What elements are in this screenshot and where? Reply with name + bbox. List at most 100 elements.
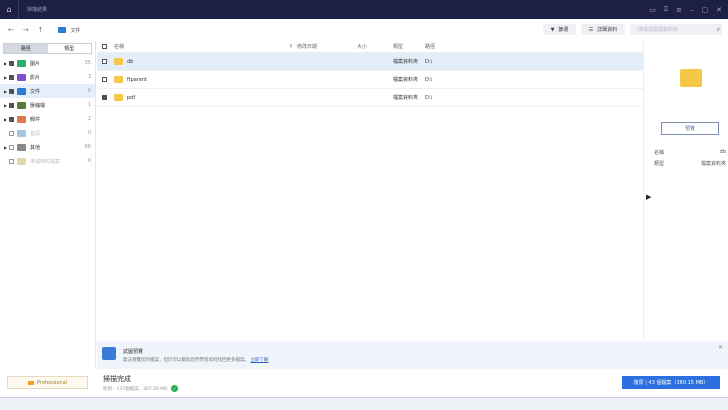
up-icon[interactable]: ↑ [38,26,44,34]
category-checkbox[interactable]: ✓ [9,88,14,94]
category-count: 6 [87,88,91,94]
tab-path[interactable]: 路徑 [4,44,48,53]
file-name: pdf [127,94,136,101]
category-icon [17,101,26,109]
preview-pane: 預覽 名稱 db 類型 檔案資料夾 [643,41,728,341]
file-table: 名稱 ↑ 修改日期 大小 類型 路徑 db 檔案資料夾 D:\ ftparent 檔案資料… [97,41,643,341]
col-path[interactable]: 路徑 [425,43,465,50]
minimize-icon[interactable]: – [690,6,694,14]
back-icon[interactable]: ← [8,26,14,34]
category-checkbox[interactable] [9,130,14,136]
name-label: 名稱 [654,150,665,156]
table-row[interactable]: db 檔案資料夾 D:\ [97,53,643,71]
scan-complete-title: 掃描完成 [103,375,131,383]
category-icon [17,73,26,81]
feedback-icon[interactable]: ▭ [649,6,656,14]
filter-label: 篩選 [558,27,569,33]
category-checkbox[interactable]: ✓ [9,102,14,108]
filter-button[interactable]: ▼ 篩選 [543,24,576,35]
sidebar-item[interactable]: ▶ ✓ 圖片 35 [0,56,95,70]
sidebar-item[interactable]: ▶ ✓ 郵件 2 [0,112,95,126]
sidebar-item[interactable]: ▶ ✓ 壓縮檔 1 [0,98,95,112]
category-checkbox[interactable] [9,158,14,164]
sort-icon[interactable]: ↑ [289,44,293,50]
collapse-preview-icon[interactable]: ▶ [646,193,651,201]
menu-icon[interactable]: ≡ [676,6,682,14]
breadcrumb: 文件 [57,27,81,34]
taskbar [0,397,728,410]
search-input[interactable]: 搜尋檔案或資料夾 ⌕ [630,24,722,35]
learn-more-link[interactable]: 立即了解 [250,358,268,363]
col-size[interactable]: 大小 [357,43,393,50]
home-icon[interactable]: ⌂ [0,0,19,19]
search-placeholder: 搜尋檔案或資料夾 [638,27,679,33]
forward-icon[interactable]: → [23,26,29,34]
sidebar: 路徑 類型 ▶ ✓ 圖片 35 ▶ ✓ 影片 3 ▶ ✓ 文件 6 ▶ ✓ 壓縮檔 1 ▶ ✓ 郵件 2 音訊 0 ▶ 其他 6… [0,41,96,369]
maximize-icon[interactable]: ▢ [702,6,709,14]
scan-summary: 找到：137個檔案，367.59 MB [103,386,168,392]
file-type: 檔案資料夾 [393,95,419,101]
category-icon [17,157,26,165]
file-type: 檔案資料夾 [393,59,419,65]
select-all-checkbox[interactable] [102,44,107,49]
category-count: 3 [87,74,91,80]
file-type: 檔案資料夾 [393,77,419,83]
list-icon: ☰ [588,26,594,33]
folder-icon [114,94,123,101]
category-label: 其他 [30,144,41,151]
category-count: 0 [87,130,91,136]
category-label: 音訊 [30,130,41,137]
title-bar: ⌂ 掃描結果 ▭ ⍐ ≡ – ▢ ✕ [0,0,728,19]
category-icon [17,59,26,67]
window-title: 掃描結果 [27,7,48,13]
sidebar-item[interactable]: 未儲存的檔案 0 [0,154,95,168]
category-label: 影片 [30,74,41,81]
folder-icon [114,76,123,83]
close-icon[interactable]: ✕ [716,6,722,14]
category-count: 66 [84,144,91,150]
sidebar-item[interactable]: ▶ ✓ 文件 6 [0,84,95,98]
col-modified[interactable]: 修改日期 [297,43,357,50]
category-icon [17,143,26,151]
category-icon [17,87,26,95]
close-banner-icon[interactable]: ✕ [718,344,723,351]
category-checkbox[interactable]: ✓ [9,60,14,66]
banner-text: 無法預覽您的檔案，但仍可以幫助您們學習如何找回更多檔案。 [123,358,249,363]
search-icon[interactable]: ⌕ [717,26,720,34]
file-name: ftparent [127,76,148,83]
category-label: 圖片 [30,60,41,67]
folder-icon [57,27,66,33]
file-path: D:\ [425,58,433,65]
upgrade-icon[interactable]: ⍐ [664,5,668,14]
category-count: 1 [87,102,91,108]
type-label: 類型 [654,161,665,167]
sidebar-item[interactable]: 音訊 0 [0,126,95,140]
row-checkbox[interactable]: ✓ [102,95,107,100]
row-checkbox[interactable] [102,77,107,82]
details-button[interactable]: ☰ 詳細資料 [581,24,625,35]
category-checkbox[interactable]: ✓ [9,74,14,80]
row-checkbox[interactable] [102,59,107,64]
recover-button[interactable]: 復原 | 43 個檔案（360.15 MB） [622,376,720,389]
sidebar-item[interactable]: ▶ ✓ 影片 3 [0,70,95,84]
professional-button[interactable]: Professional [7,376,88,389]
category-icon [17,129,26,137]
file-path: D:\ [425,94,433,101]
name-value: db [719,149,726,155]
col-type[interactable]: 類型 [393,43,425,50]
status-bar: 掃描完成 找到：137個檔案，367.59 MB ✓ 復原 | 43 個檔案（36… [97,369,728,397]
sidebar-item[interactable]: ▶ 其他 66 [0,140,95,154]
preview-help-icon [102,347,116,360]
folder-icon [114,58,123,65]
table-row[interactable]: ftparent 檔案資料夾 D:\ [97,71,643,89]
category-checkbox[interactable]: ✓ [9,116,14,122]
table-row[interactable]: ✓ pdf 檔案資料夾 D:\ [97,89,643,107]
category-icon [17,115,26,123]
filter-icon: ▼ [550,26,555,33]
category-label: 壓縮檔 [30,102,46,109]
preview-button[interactable]: 預覽 [661,122,719,135]
tab-type[interactable]: 類型 [48,44,92,53]
category-checkbox[interactable] [9,144,14,150]
crown-icon [27,380,34,385]
col-name[interactable]: 名稱 [114,43,124,50]
